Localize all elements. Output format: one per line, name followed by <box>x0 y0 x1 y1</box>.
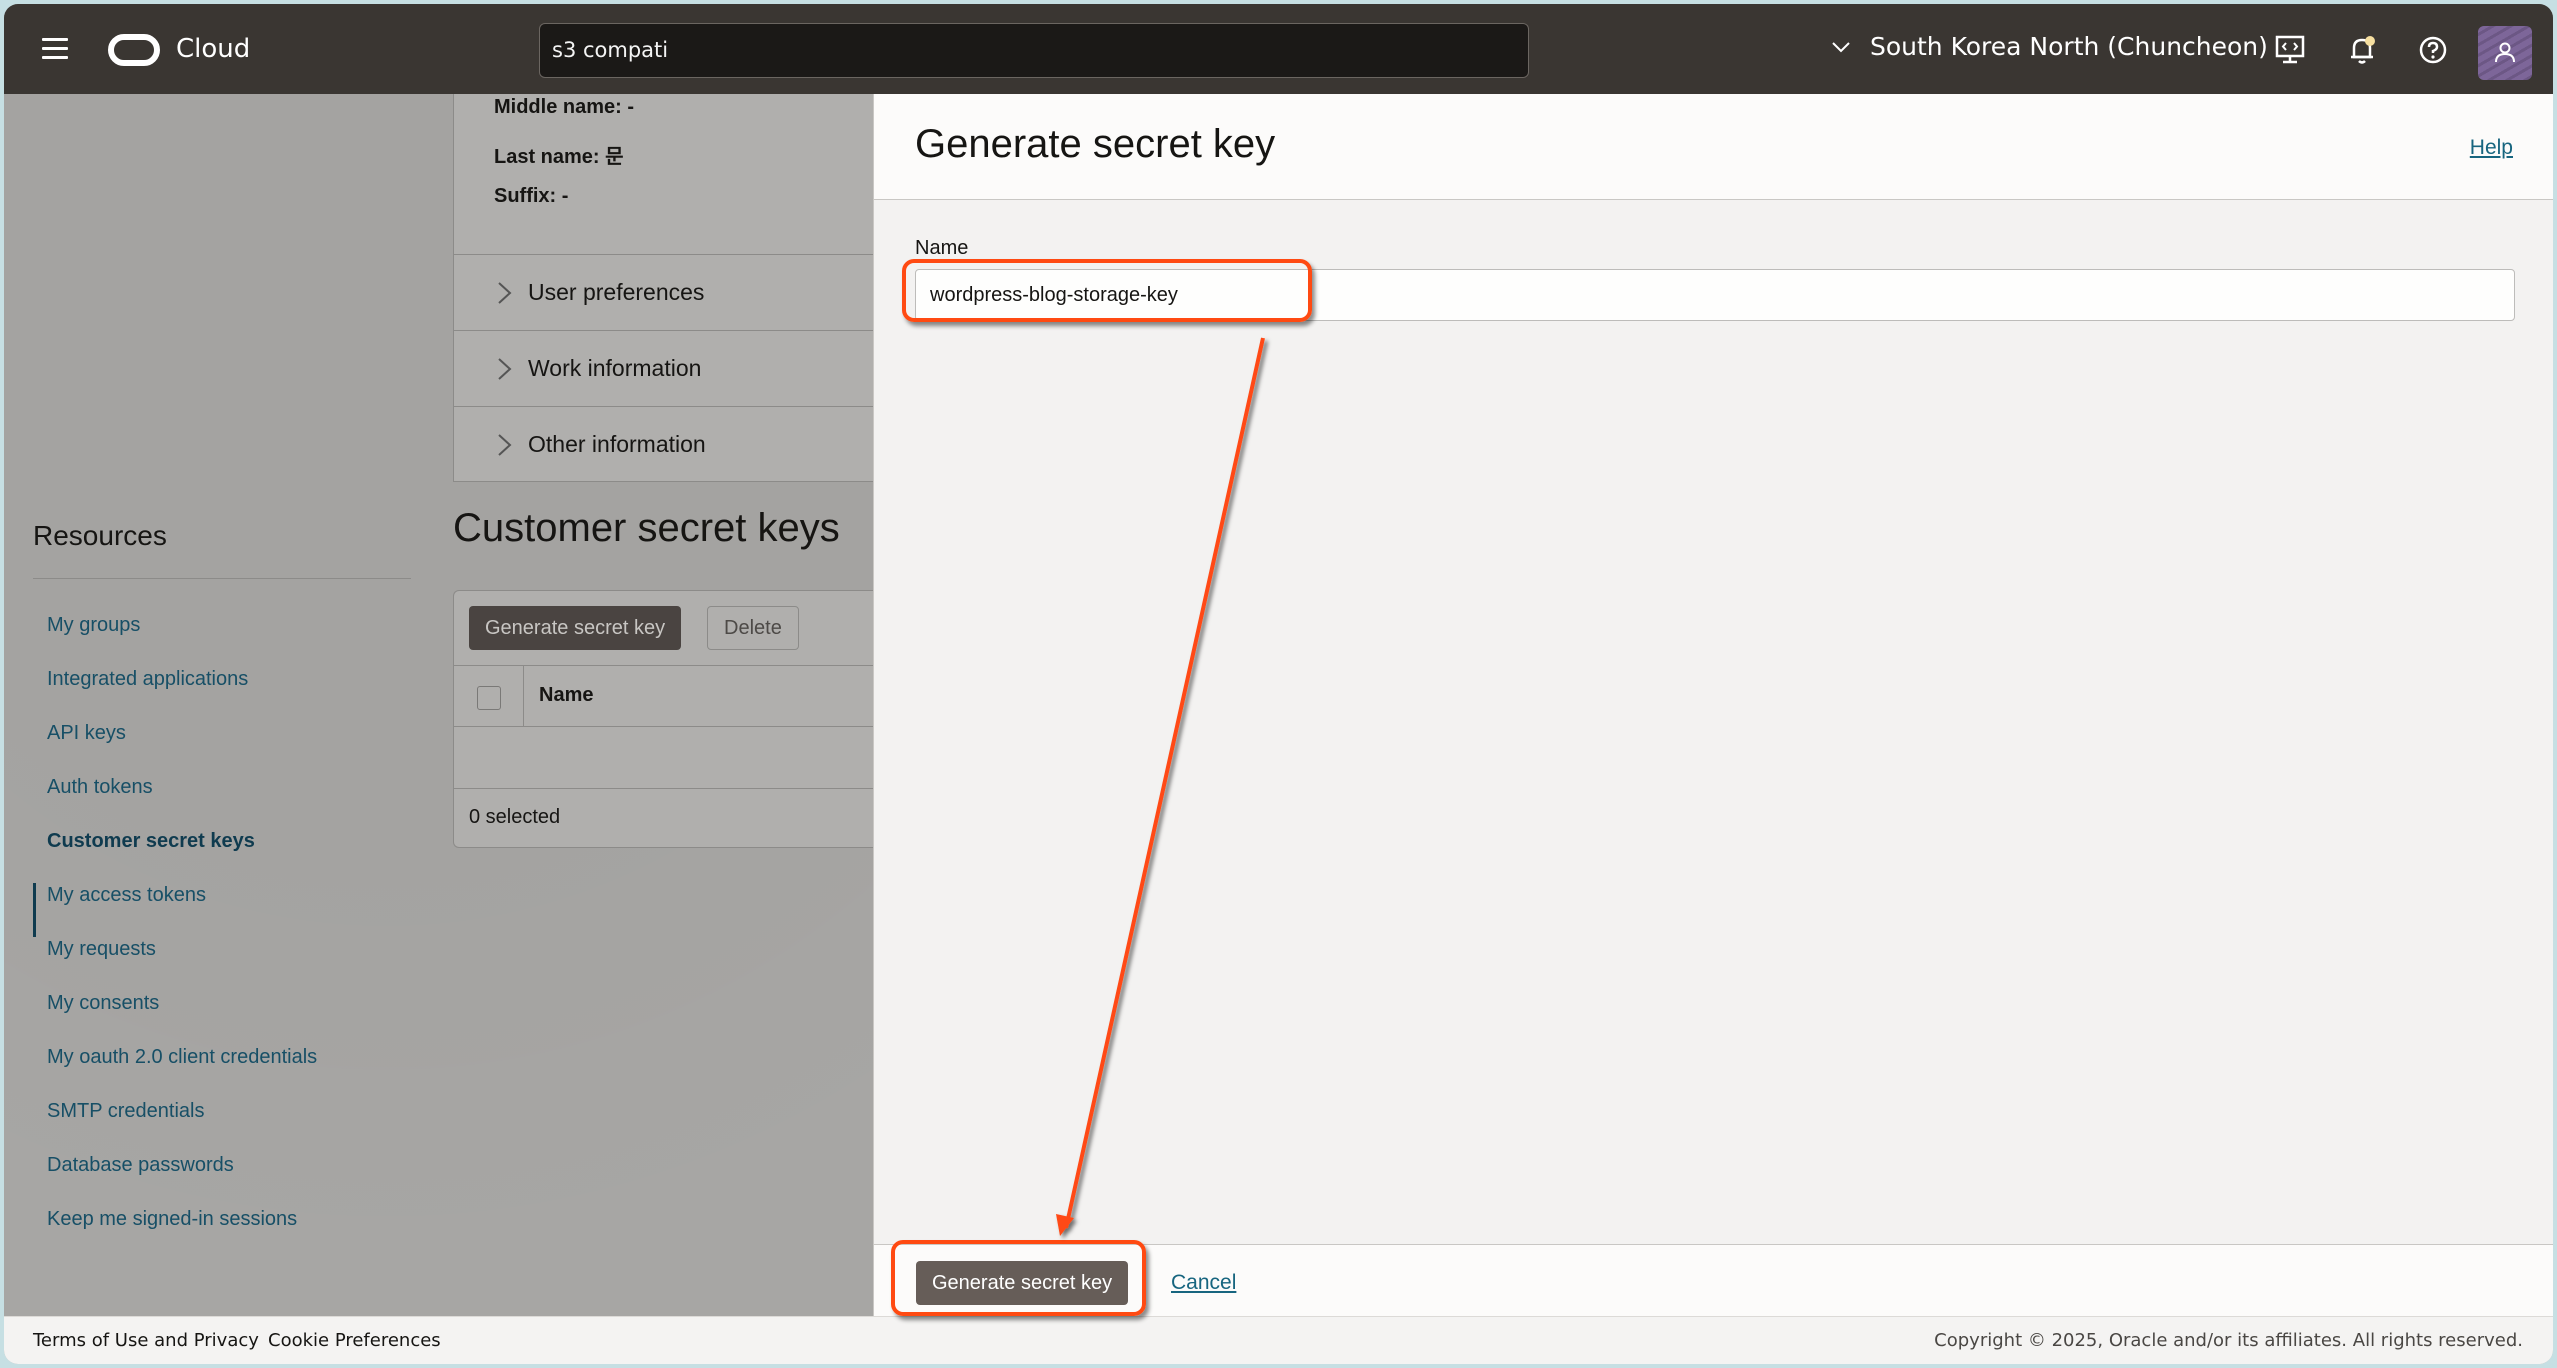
delete-button[interactable]: Delete <box>707 606 799 650</box>
nav-auth-tokens[interactable]: Auth tokens <box>47 776 153 799</box>
panel-title: Generate secret key <box>915 122 1276 166</box>
nav-api-keys[interactable]: API keys <box>47 722 126 745</box>
nav-smtp-credentials[interactable]: SMTP credentials <box>47 1100 204 1123</box>
user-info-card: Middle name: - Last name: 문 Suffix: - Us… <box>453 94 874 482</box>
suffix-field: Suffix: - <box>494 185 569 207</box>
generate-secret-key-button-bg[interactable]: Generate secret key <box>469 606 682 650</box>
terms-link[interactable]: Terms of Use and Privacy <box>33 1330 259 1351</box>
nav-customer-secret-keys[interactable]: Customer secret keys <box>47 830 255 853</box>
accordion-label: Other information <box>528 431 706 457</box>
name-label: Name <box>915 237 969 259</box>
active-indicator <box>33 883 36 937</box>
accordion-label: Work information <box>528 355 702 381</box>
last-name-field: Last name: 문 <box>494 146 624 168</box>
user-avatar[interactable] <box>2478 26 2532 80</box>
chevron-down-icon <box>1832 41 1850 52</box>
secret-keys-table: Generate secret key Delete Name 0 select… <box>453 590 873 848</box>
highlight-generate-button <box>891 1240 1146 1316</box>
region-selector[interactable]: South Korea North (Chuncheon) <box>1830 32 2268 61</box>
chevron-right-icon <box>498 433 512 456</box>
accordion-user-preferences[interactable]: User preferences <box>454 254 874 330</box>
nav-my-consents[interactable]: My consents <box>47 992 159 1015</box>
resources-heading: Resources <box>33 520 167 551</box>
notifications-icon[interactable] <box>2346 34 2378 66</box>
help-link[interactable]: Help <box>2470 136 2513 160</box>
copyright-text: Copyright © 2025, Oracle and/or its affi… <box>1934 1330 2523 1351</box>
select-all-checkbox[interactable] <box>477 686 501 710</box>
table-header: Name <box>454 665 873 727</box>
table-empty-row <box>454 727 873 789</box>
nav-my-groups[interactable]: My groups <box>47 614 140 637</box>
help-icon[interactable] <box>2417 34 2449 66</box>
oracle-logo-icon[interactable] <box>108 34 160 66</box>
cookie-preferences-link[interactable]: Cookie Preferences <box>268 1330 441 1351</box>
cancel-link[interactable]: Cancel <box>1171 1271 1236 1295</box>
nav-signed-in-sessions[interactable]: Keep me signed-in sessions <box>47 1208 297 1231</box>
search-input[interactable]: s3 compati <box>539 23 1529 78</box>
nav-my-access-tokens[interactable]: My access tokens <box>47 884 206 907</box>
chevron-right-icon <box>498 281 512 304</box>
nav-my-requests[interactable]: My requests <box>47 938 156 961</box>
accordion-work-information[interactable]: Work information <box>454 330 874 406</box>
highlight-name-input <box>902 259 1312 322</box>
column-header-name[interactable]: Name <box>539 684 593 707</box>
accordion-other-information[interactable]: Other information <box>454 406 874 482</box>
brand-name[interactable]: Cloud <box>176 34 250 64</box>
developer-tools-icon[interactable] <box>2274 34 2306 66</box>
top-navigation-bar: Cloud s3 compati South Korea North (Chun… <box>4 4 2553 94</box>
panel-header: Generate secret key Help <box>874 94 2553 200</box>
nav-oauth-client-credentials[interactable]: My oauth 2.0 client credentials <box>47 1046 317 1069</box>
middle-name-field: Middle name: - <box>494 96 635 118</box>
nav-database-passwords[interactable]: Database passwords <box>47 1154 234 1177</box>
user-icon <box>2495 42 2515 63</box>
menu-icon[interactable] <box>42 38 68 60</box>
column-separator <box>523 666 524 727</box>
page-footer: Terms of Use and Privacy Cookie Preferen… <box>4 1316 2553 1364</box>
region-label: South Korea North (Chuncheon) <box>1870 32 2268 61</box>
section-title: Customer secret keys <box>453 506 840 550</box>
nav-integrated-applications[interactable]: Integrated applications <box>47 668 248 691</box>
accordion-label: User preferences <box>528 279 705 305</box>
chevron-right-icon <box>498 357 512 380</box>
selected-count: 0 selected <box>469 806 561 828</box>
browser-window: Cloud s3 compati South Korea North (Chun… <box>4 4 2553 1364</box>
divider <box>33 578 411 579</box>
